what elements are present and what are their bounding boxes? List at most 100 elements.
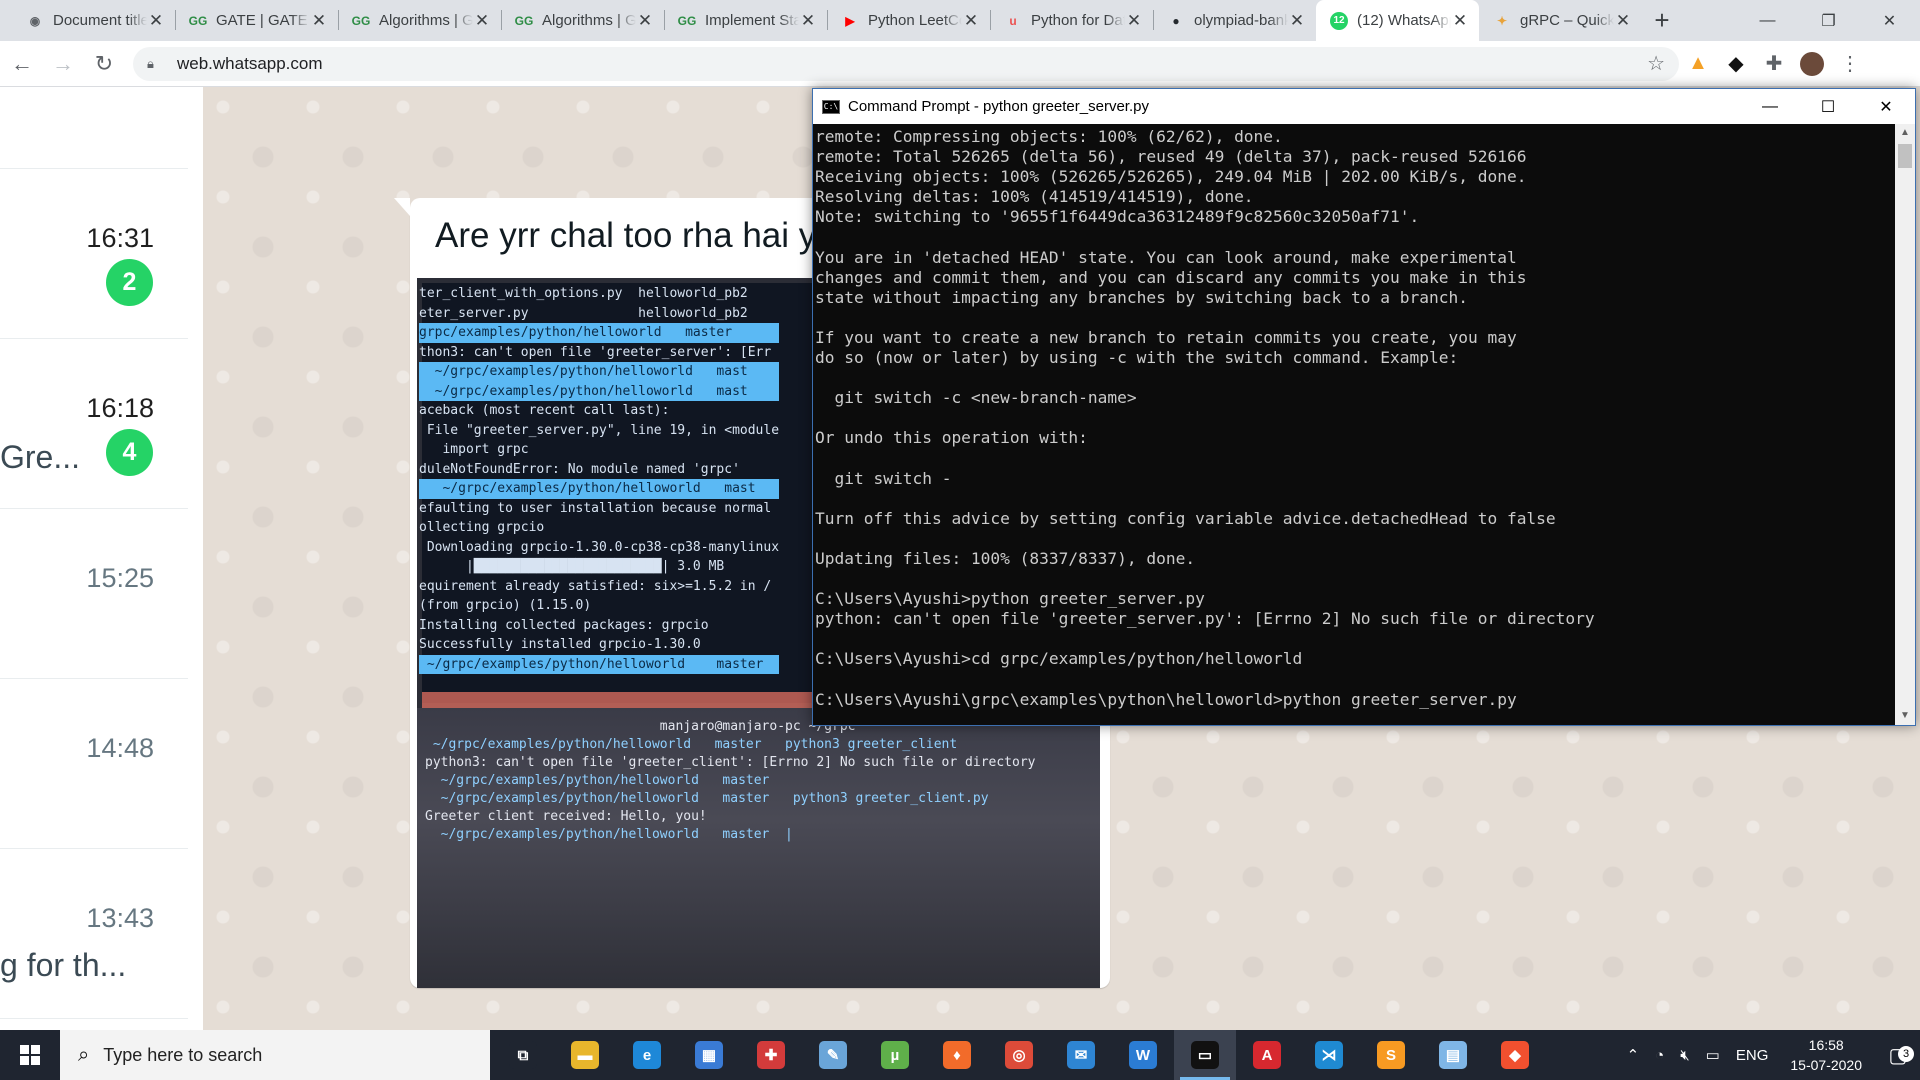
scrollbar-thumb[interactable] <box>1898 144 1912 168</box>
taskbar-app[interactable]: ▭ <box>1174 1030 1236 1080</box>
forward-arrow-icon[interactable]: → <box>44 45 82 83</box>
tab-close-icon[interactable]: ✕ <box>799 11 817 30</box>
taskbar-app[interactable]: ⋊ <box>1298 1030 1360 1080</box>
extension-bird-icon[interactable]: ◆ <box>1717 45 1755 83</box>
browser-tab[interactable]: ● olympiad-bank ✕ <box>1153 0 1316 41</box>
reload-icon[interactable]: ↻ <box>85 45 123 83</box>
taskbar-app[interactable]: ◎ <box>988 1030 1050 1080</box>
url-text[interactable]: web.whatsapp.com <box>177 54 1647 74</box>
close-icon[interactable]: ✕ <box>1859 0 1920 41</box>
command-prompt-window[interactable]: C:\ Command Prompt - python greeter_serv… <box>812 88 1916 726</box>
scroll-up-icon[interactable]: ▲ <box>1895 124 1915 142</box>
browser-toolbar: ← → ↻ 🔒︎ web.whatsapp.com ☆ ▲ ◆ ✚ ⋮ <box>0 41 1920 87</box>
chrome-icon: ◎ <box>1005 1041 1033 1069</box>
address-bar[interactable]: 🔒︎ web.whatsapp.com ☆ <box>133 46 1679 81</box>
photo-text-line: ~/grpc/examples/python/helloworld master… <box>425 737 958 752</box>
browser-tab[interactable]: u Python for Data ✕ <box>990 0 1153 41</box>
tab-close-icon[interactable]: ✕ <box>1125 11 1143 30</box>
language-indicator[interactable]: ENG <box>1728 1047 1777 1064</box>
scroll-down-icon[interactable]: ▼ <box>1895 707 1915 725</box>
search-icon: ⌕ <box>78 1043 90 1066</box>
bookmark-star-icon[interactable]: ☆ <box>1647 51 1665 76</box>
task-view-icon: ⧉ <box>509 1041 537 1069</box>
taskbar-app[interactable]: ▦ <box>678 1030 740 1080</box>
cmd-line: git switch -c <new-branch-name> <box>815 388 1137 408</box>
cmd-close-icon[interactable]: ✕ <box>1857 89 1915 124</box>
photo-text-line: equirement already satisfied: six>=1.5.2… <box>419 578 772 594</box>
extensions-puzzle-icon[interactable]: ✚ <box>1755 45 1793 83</box>
taskbar-app[interactable]: ✉ <box>1050 1030 1112 1080</box>
cmd-output[interactable]: remote: Compressing objects: 100% (62/62… <box>813 127 1895 725</box>
chat-list-item[interactable]: 16:31 2 <box>0 169 188 339</box>
clock[interactable]: 16:58 15-07-2020 <box>1776 1035 1876 1075</box>
battery-icon[interactable]: ▭ <box>1698 1046 1728 1064</box>
browser-tab[interactable]: ✦ gRPC – Quick start✕ <box>1479 0 1642 41</box>
taskbar-app[interactable]: ▬ <box>554 1030 616 1080</box>
taskbar-app[interactable]: ◆ <box>1484 1030 1546 1080</box>
cmd-minimize-icon[interactable]: — <box>1741 89 1799 124</box>
chat-list-item[interactable]: 16:18 Gre... 4 <box>0 339 188 509</box>
browser-tab[interactable]: ▶ Python LeetCode✕ <box>827 0 990 41</box>
lock-icon[interactable]: 🔒︎ <box>147 56 165 72</box>
tab-close-icon[interactable]: ✕ <box>1288 11 1306 30</box>
cmd-line: C:\Users\Ayushi>cd grpc/examples/python/… <box>815 649 1303 669</box>
chat-preview: g for th... <box>0 947 127 983</box>
chat-list-item[interactable]: 15:25 <box>0 509 188 679</box>
browser-tab[interactable]: GG Algorithms | GeeksforGeeks✕ <box>338 0 501 41</box>
browser-tab[interactable]: GG Algorithms | GeeksforGeeks✕ <box>501 0 664 41</box>
cmd-line <box>815 529 1895 549</box>
cmd-line: Updating files: 100% (8337/8337), done. <box>815 548 1196 568</box>
browser-tab[interactable]: 12 (12) WhatsApp ✕ <box>1316 0 1479 41</box>
cmd-scrollbar[interactable]: ▲ ▼ <box>1895 124 1915 725</box>
tab-close-icon[interactable]: ✕ <box>147 11 165 30</box>
photo-text-line: ~/grpc/examples/python/helloworld mast <box>419 479 780 499</box>
cmd-line: state without impacting any branches by … <box>815 287 1468 307</box>
taskbar-search-box[interactable]: ⌕ Type here to search <box>60 1030 490 1080</box>
github-icon: ● <box>1172 13 1180 28</box>
restore-icon[interactable]: ❐ <box>1798 0 1859 41</box>
system-tray: ⌃ ◔ 🔇︎ ▭ ENG 16:58 15-07-2020 ▢3 <box>1619 1030 1920 1080</box>
chat-list-item[interactable]: 13:43 g for th... <box>0 849 188 1019</box>
taskbar-app[interactable]: ▤ <box>1422 1030 1484 1080</box>
taskbar-app[interactable]: µ <box>864 1030 926 1080</box>
taskbar-app[interactable]: e <box>616 1030 678 1080</box>
profile-avatar[interactable] <box>1793 45 1831 83</box>
tab-close-icon[interactable]: ✕ <box>636 11 654 30</box>
photo-text-line: python3: can't open file 'greeter_client… <box>425 755 1036 770</box>
browser-tab[interactable]: ◉ Document title ✕ <box>12 0 175 41</box>
taskbar-app[interactable]: ✎ <box>802 1030 864 1080</box>
taskbar-app[interactable]: S <box>1360 1030 1422 1080</box>
geeksforgeeks-icon: GG <box>351 13 371 28</box>
tab-close-icon[interactable]: ✕ <box>962 11 980 30</box>
git-icon: ◆ <box>1501 1041 1529 1069</box>
back-arrow-icon[interactable]: ← <box>3 45 41 83</box>
tab-title: Implement Stack <box>705 12 799 29</box>
browser-tab[interactable]: GG GATE | GATE CS✕ <box>175 0 338 41</box>
tab-close-icon[interactable]: ✕ <box>310 11 328 30</box>
taskbar-app[interactable]: W <box>1112 1030 1174 1080</box>
cmd-titlebar[interactable]: C:\ Command Prompt - python greeter_serv… <box>813 89 1915 124</box>
taskbar-app[interactable]: ♦ <box>926 1030 988 1080</box>
chat-list-item[interactable]: 14:48 <box>0 679 188 849</box>
start-button[interactable] <box>0 1030 60 1080</box>
taskbar-app[interactable]: A <box>1236 1030 1298 1080</box>
taskbar-app[interactable]: ✚ <box>740 1030 802 1080</box>
tab-close-icon[interactable]: ✕ <box>1451 11 1469 30</box>
cmd-maximize-icon[interactable]: ☐ <box>1799 89 1857 124</box>
message-caption: Are yrr chal too rha hai yr <box>435 216 828 255</box>
tab-close-icon[interactable]: ✕ <box>1614 11 1632 30</box>
taskbar-app[interactable]: ⧉ <box>492 1030 554 1080</box>
tab-close-icon[interactable]: ✕ <box>473 11 491 30</box>
cmd-line <box>815 569 1895 589</box>
acrobat-extension-icon[interactable]: ▲ <box>1679 45 1717 83</box>
notification-center-icon[interactable]: ▢3 <box>1876 1043 1920 1068</box>
new-tab-button[interactable]: + <box>1642 0 1682 41</box>
show-hidden-icons-chevron-icon[interactable]: ⌃ <box>1619 1046 1648 1064</box>
wifi-icon[interactable]: ◔ <box>1647 1047 1672 1064</box>
browser-tab-strip: ◉Document title✕GGGATE | GATE CS✕GGAlgor… <box>0 0 1920 41</box>
volume-muted-icon[interactable]: 🔇︎ <box>1672 1047 1697 1064</box>
minimize-icon[interactable]: — <box>1737 0 1798 41</box>
browser-tab[interactable]: GG Implement Stack✕ <box>664 0 827 41</box>
browser-menu-icon[interactable]: ⋮ <box>1831 45 1869 83</box>
chat-list-item[interactable] <box>0 87 188 169</box>
